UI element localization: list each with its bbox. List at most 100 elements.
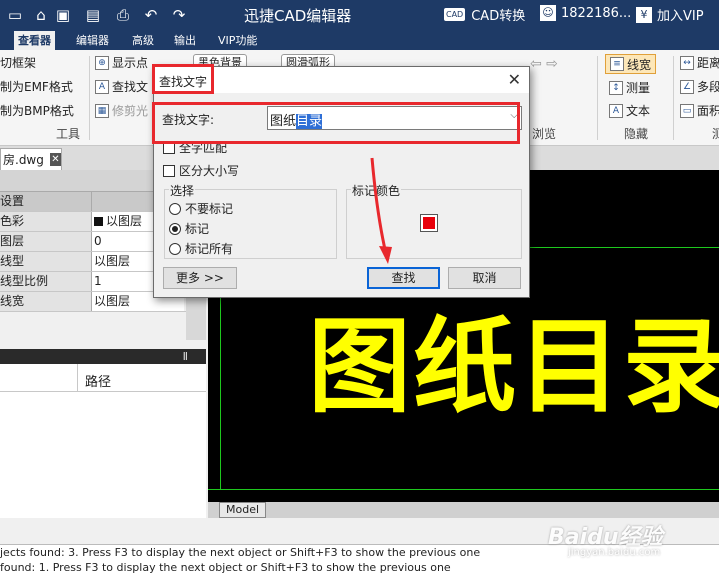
user-account[interactable]: ☺ 1822186... bbox=[540, 5, 631, 21]
polyline-tool[interactable]: ∠ 多段 bbox=[680, 78, 719, 95]
distance-tool[interactable]: ↔ 距离 bbox=[680, 54, 719, 71]
area-icon: ▭ bbox=[680, 103, 694, 118]
column-divider[interactable] bbox=[77, 364, 78, 392]
watermark-url: jingyan.baidu.com bbox=[568, 547, 661, 558]
tab-output[interactable]: 输出 bbox=[170, 31, 200, 50]
undo-icon[interactable]: ↶ bbox=[140, 5, 162, 25]
ribbon-show-points[interactable]: ⊕ 显示点 bbox=[95, 54, 148, 71]
find-text-icon: A bbox=[95, 79, 109, 94]
print-icon[interactable]: ⎙ bbox=[112, 5, 134, 25]
save-pdf-icon[interactable]: ▤ bbox=[82, 5, 104, 25]
property-key: 色彩 bbox=[0, 212, 92, 231]
property-key: 线型 bbox=[0, 252, 92, 271]
radio-label: 不要标记 bbox=[185, 202, 234, 216]
polyline-icon: ∠ bbox=[680, 79, 694, 94]
mark-color-group: 标记颜色 bbox=[346, 182, 522, 259]
property-value-text: 以图层 bbox=[106, 214, 143, 228]
join-vip-label: 加入VIP bbox=[657, 9, 704, 24]
measure-toggle[interactable]: ↕ 测量 bbox=[609, 79, 650, 96]
more-button[interactable]: 更多 >> bbox=[163, 267, 237, 289]
yen-icon: ¥ bbox=[636, 6, 652, 23]
layout-tab-bar: Model bbox=[208, 502, 719, 518]
text-toggle[interactable]: A 文本 bbox=[609, 102, 650, 119]
join-vip-button[interactable]: ¥ 加入VIP bbox=[636, 5, 704, 24]
path-column-header[interactable]: 路径 bbox=[85, 371, 111, 390]
trim-icon: ▦ bbox=[95, 103, 109, 118]
radio-label: 标记所有 bbox=[185, 242, 234, 256]
line-width-icon: ≡ bbox=[610, 57, 624, 71]
radio-mark-all[interactable]: 标记所有 bbox=[169, 240, 233, 257]
measure-label: 测量 bbox=[626, 81, 651, 95]
line-width-label: 线宽 bbox=[627, 57, 652, 72]
tab-vip[interactable]: VIP功能 bbox=[214, 31, 261, 50]
ribbon-tool-bmp[interactable]: 制为BMP格式 bbox=[0, 102, 74, 119]
browse-group-label: 浏览 bbox=[532, 127, 557, 141]
tab-viewer[interactable]: 查看器 bbox=[14, 31, 55, 50]
ribbon-separator-2 bbox=[597, 56, 598, 140]
tools-group-label: 工具 bbox=[56, 127, 81, 141]
points-icon: ⊕ bbox=[95, 55, 109, 70]
cad-convert-button[interactable]: CAD CAD转换 bbox=[444, 5, 525, 24]
menu-file-tab[interactable] bbox=[0, 31, 12, 50]
ribbon-tool-emf[interactable]: 制为EMF格式 bbox=[0, 78, 73, 95]
measure-icon: ↕ bbox=[609, 80, 623, 95]
model-tab[interactable]: Model bbox=[219, 502, 267, 518]
find-text-label: 查找文 bbox=[112, 80, 149, 94]
folder-open-icon[interactable]: ▭ bbox=[4, 5, 26, 25]
area-label: 面积 bbox=[697, 104, 719, 118]
user-icon: ☺ bbox=[540, 5, 556, 21]
pin-icon[interactable]: Ⅱ bbox=[183, 350, 188, 363]
radio-label: 标记 bbox=[185, 222, 210, 236]
line-width-toggle[interactable]: ≡ 线宽 bbox=[605, 54, 657, 74]
text-icon: A bbox=[609, 103, 623, 118]
files-pane-columns: 路径 bbox=[0, 364, 206, 392]
radio-button[interactable] bbox=[169, 202, 181, 215]
distance-label: 距离 bbox=[697, 56, 719, 70]
find-text-dialog: 查找文字 ✕ 查找文字: 图纸目录 ⌵ 全字匹配 区分大小写 选择 不要标记 标… bbox=[153, 66, 530, 298]
radio-button[interactable] bbox=[169, 222, 181, 235]
show-points-label: 显示点 bbox=[112, 56, 149, 70]
save-icon[interactable]: ▣ bbox=[52, 5, 74, 25]
drawing-frame-line bbox=[208, 489, 719, 490]
property-key: 线型比例 bbox=[0, 272, 92, 291]
user-id: 1822186... bbox=[561, 5, 632, 21]
area-tool[interactable]: ▭ 面积 bbox=[680, 102, 719, 119]
trim-label: 修剪光 bbox=[112, 104, 149, 118]
radio-button[interactable] bbox=[169, 242, 181, 255]
mark-color-swatch[interactable] bbox=[420, 214, 438, 232]
files-pane-header: Ⅱ bbox=[0, 349, 206, 364]
property-key: 线宽 bbox=[0, 292, 92, 311]
nav-arrows-icon[interactable]: ⇦ ⇨ bbox=[530, 56, 558, 72]
find-button[interactable]: 查找 bbox=[367, 267, 440, 289]
ribbon-trim-light[interactable]: ▦ 修剪光 bbox=[95, 102, 148, 119]
checkbox-box[interactable] bbox=[163, 164, 175, 177]
radio-no-mark[interactable]: 不要标记 bbox=[169, 200, 233, 217]
redo-icon[interactable]: ↷ bbox=[168, 5, 190, 25]
highlight-find-field bbox=[152, 102, 520, 144]
document-tab[interactable]: 房.dwg ✕ bbox=[0, 148, 62, 170]
status-line: found: 1. Press F3 to display the next o… bbox=[0, 561, 451, 574]
match-case-checkbox[interactable]: 区分大小写 bbox=[163, 162, 239, 179]
radio-mark[interactable]: 标记 bbox=[169, 220, 209, 237]
document-tab-label: 房.dwg bbox=[3, 153, 44, 167]
close-icon[interactable]: ✕ bbox=[49, 153, 61, 166]
close-icon[interactable]: ✕ bbox=[508, 70, 521, 89]
ribbon-tool-frame[interactable]: 切框架 bbox=[0, 54, 36, 71]
mark-color-legend: 标记颜色 bbox=[351, 182, 402, 199]
match-case-label: 区分大小写 bbox=[179, 164, 240, 178]
tab-editor[interactable]: 编辑器 bbox=[72, 31, 113, 50]
cancel-button[interactable]: 取消 bbox=[448, 267, 521, 289]
property-key: 图层 bbox=[0, 232, 92, 251]
drawing-title-text: 图纸目录 bbox=[308, 307, 719, 427]
ribbon-find-text[interactable]: A 查找文 bbox=[95, 78, 148, 95]
cad-convert-label: CAD转换 bbox=[471, 9, 526, 24]
tab-advanced[interactable]: 高级 bbox=[128, 31, 158, 50]
measure-group-label: 测 bbox=[712, 127, 719, 141]
menu-bar: 查看器 编辑器 高级 输出 VIP功能 bbox=[0, 30, 719, 50]
cad-badge-icon: CAD bbox=[444, 8, 466, 21]
title-bar: ▭ ⌂ ▣ ▤ ⎙ ↶ ↷ 迅捷CAD编辑器 CAD CAD转换 ☺ 18221… bbox=[0, 0, 719, 30]
polyline-label: 多段 bbox=[697, 80, 719, 94]
color-square-icon bbox=[94, 217, 103, 226]
highlight-dialog-title bbox=[152, 64, 214, 94]
folder-open-icon-2[interactable]: ⌂ bbox=[30, 5, 52, 25]
